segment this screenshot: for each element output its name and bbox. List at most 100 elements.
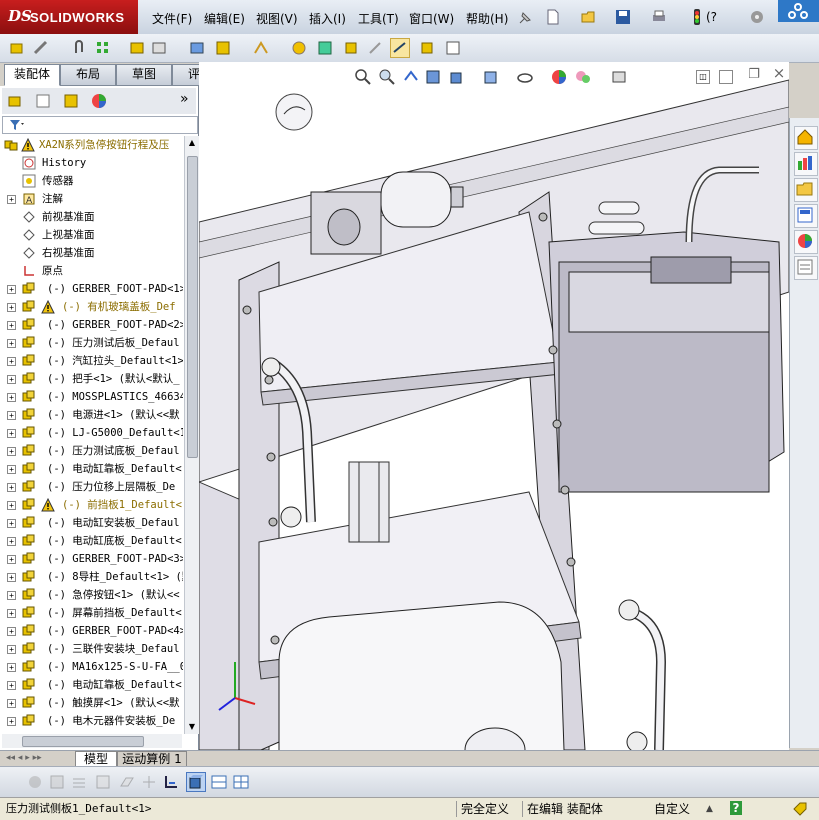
status-help-icon[interactable]: ? bbox=[730, 801, 742, 815]
window-corner-button[interactable] bbox=[778, 0, 819, 22]
task-pane-search-button[interactable] bbox=[794, 204, 818, 228]
zoom-to-area-icon[interactable] bbox=[378, 68, 396, 86]
status-units[interactable]: 自定义 bbox=[654, 801, 714, 817]
panel-collapse-button[interactable]: » bbox=[180, 91, 189, 107]
expand-toggle[interactable]: + bbox=[7, 699, 16, 708]
expand-toggle[interactable]: + bbox=[7, 573, 16, 582]
expand-toggle[interactable]: + bbox=[7, 429, 16, 438]
solidworks-logo[interactable]: DS SOLIDWORKS bbox=[0, 0, 138, 34]
tree-item[interactable]: + (-) GERBER_FOOT-PAD<1> bbox=[0, 280, 183, 298]
tree-item[interactable]: + (-) GERBER_FOOT-PAD<3> bbox=[0, 550, 183, 568]
tab-scroll-arrows[interactable]: ◂◂ ◂ ▸ ▸▸ bbox=[6, 753, 42, 763]
expand-toggle[interactable]: + bbox=[7, 681, 16, 690]
sketch-grid-icon[interactable] bbox=[94, 773, 112, 791]
menu-tools[interactable]: 工具(T) bbox=[358, 10, 399, 27]
tree-item[interactable]: + (-) 电源进<1> (默认<<默 bbox=[0, 406, 183, 424]
expand-toggle[interactable]: + bbox=[7, 555, 16, 564]
menu-view[interactable]: 视图(V) bbox=[256, 10, 298, 27]
tree-item[interactable]: + (-) 汽缸拉头_Default<1> bbox=[0, 352, 183, 370]
tree-item[interactable]: 传感器 bbox=[0, 172, 183, 190]
menu-help[interactable]: 帮助(H) bbox=[466, 10, 508, 27]
four-views-icon[interactable] bbox=[232, 773, 250, 791]
tab-sketch[interactable]: 草图 bbox=[116, 64, 172, 86]
tree-item[interactable]: + (-) 电木元器件安装板_De bbox=[0, 712, 183, 730]
tree-item[interactable]: + (-) 压力测试后板_Defaul bbox=[0, 334, 183, 352]
plane-display-icon[interactable] bbox=[118, 773, 136, 791]
feature-tree-icon[interactable] bbox=[6, 92, 24, 110]
new-motion-study-icon[interactable] bbox=[252, 39, 270, 57]
display-style-icon[interactable] bbox=[482, 68, 500, 86]
scroll-thumb[interactable] bbox=[187, 156, 198, 458]
tree-item[interactable]: + (-) 屏幕前挡板_Default< bbox=[0, 604, 183, 622]
view-orientation-icon[interactable] bbox=[448, 68, 466, 86]
expand-toggle[interactable]: + bbox=[7, 303, 16, 312]
menu-file[interactable]: 文件(F) bbox=[152, 10, 192, 27]
expand-toggle[interactable]: + bbox=[7, 393, 16, 402]
shaded-icon[interactable] bbox=[26, 773, 44, 791]
configuration-manager-icon[interactable] bbox=[62, 92, 80, 110]
options-gear-icon[interactable] bbox=[748, 8, 766, 26]
hidden-lines-icon[interactable] bbox=[48, 773, 66, 791]
insert-component-icon[interactable] bbox=[8, 39, 26, 57]
update-speedpak-icon[interactable] bbox=[390, 38, 410, 58]
scroll-down-arrow[interactable]: ▼ bbox=[187, 722, 197, 732]
tree-vertical-scrollbar[interactable]: ▲ ▼ bbox=[184, 136, 199, 734]
previous-view-icon[interactable] bbox=[402, 68, 420, 86]
tree-item[interactable]: + (-) 电动缸底板_Default< bbox=[0, 532, 183, 550]
tree-item[interactable]: + (-) GERBER_FOOT-PAD<2> bbox=[0, 316, 183, 334]
tree-item[interactable]: + (-) 电动缸靠板_Default< bbox=[0, 676, 183, 694]
tab-assembly[interactable]: 装配体 bbox=[4, 64, 60, 86]
filter-icon[interactable] bbox=[9, 119, 25, 131]
new-document-icon[interactable] bbox=[544, 8, 562, 26]
tree-item[interactable]: 原点 bbox=[0, 262, 183, 280]
task-pane-custom-properties-button[interactable] bbox=[794, 256, 818, 280]
menu-insert[interactable]: 插入(I) bbox=[309, 10, 346, 27]
pattern-icon[interactable] bbox=[94, 39, 112, 57]
reference-geometry-icon[interactable] bbox=[214, 39, 232, 57]
tree-item[interactable]: 前视基准面 bbox=[0, 208, 183, 226]
graphics-area[interactable]: ◫ ❐ × bbox=[199, 62, 789, 750]
paperclip-icon[interactable] bbox=[70, 39, 88, 57]
tree-item[interactable]: History bbox=[0, 154, 183, 172]
origin-display-icon[interactable] bbox=[140, 773, 158, 791]
menu-edit[interactable]: 编辑(E) bbox=[204, 10, 245, 27]
show-hidden-icon[interactable] bbox=[150, 39, 168, 57]
instant3d-icon[interactable] bbox=[366, 39, 384, 57]
hide-show-items-icon[interactable] bbox=[516, 68, 534, 86]
expand-toggle[interactable]: + bbox=[7, 717, 16, 726]
tree-item[interactable]: 上视基准面 bbox=[0, 226, 183, 244]
take-snapshot-icon[interactable] bbox=[444, 39, 462, 57]
expand-toggle[interactable]: + bbox=[7, 537, 16, 546]
help-options[interactable]: (? bbox=[706, 10, 717, 24]
edit-appearance-icon[interactable] bbox=[550, 68, 568, 86]
tree-item[interactable]: + (-) 前挡板1_Default< bbox=[0, 496, 183, 514]
mate-icon[interactable] bbox=[32, 39, 50, 57]
tree-root[interactable]: XA2N系列急停按钮行程及压 bbox=[0, 136, 183, 154]
tree-item[interactable]: + (-) MOSSPLASTICS_466346 bbox=[0, 388, 183, 406]
expand-toggle[interactable]: + bbox=[7, 321, 16, 330]
axes-icon[interactable] bbox=[162, 773, 180, 791]
display-manager-icon[interactable] bbox=[90, 92, 108, 110]
expand-toggle[interactable]: + bbox=[7, 519, 16, 528]
expand-toggle[interactable]: + bbox=[7, 411, 16, 420]
assembly-model-view[interactable] bbox=[199, 62, 789, 750]
tree-item[interactable]: + (-) 有机玻璃盖板_Def bbox=[0, 298, 183, 316]
viewport-minimize-button[interactable] bbox=[719, 70, 733, 84]
single-view-icon[interactable] bbox=[210, 773, 228, 791]
move-component-icon[interactable] bbox=[128, 39, 146, 57]
open-folder-icon[interactable] bbox=[580, 8, 598, 26]
tree-item[interactable]: + A 注解 bbox=[0, 190, 183, 208]
expand-toggle[interactable]: + bbox=[7, 465, 16, 474]
expand-toggle[interactable]: + bbox=[7, 627, 16, 636]
expand-toggle[interactable]: + bbox=[7, 447, 16, 456]
tree-item[interactable]: + (-) 急停按钮<1> (默认<< bbox=[0, 586, 183, 604]
tab-layout[interactable]: 布局 bbox=[60, 64, 116, 86]
viewport-close-icon[interactable]: × bbox=[772, 66, 786, 81]
tree-item[interactable]: + (-) 8导柱_Default<1> (默 bbox=[0, 568, 183, 586]
tree-item[interactable]: + (-) 压力测试底板_Defaul bbox=[0, 442, 183, 460]
exploded-view-icon[interactable] bbox=[316, 39, 334, 57]
traffic-light-icon[interactable] bbox=[688, 8, 706, 26]
tree-item[interactable]: 右视基准面 bbox=[0, 244, 183, 262]
tree-item[interactable]: + (-) 压力位移上层隔板_De bbox=[0, 478, 183, 496]
wireframe-icon[interactable] bbox=[70, 773, 88, 791]
